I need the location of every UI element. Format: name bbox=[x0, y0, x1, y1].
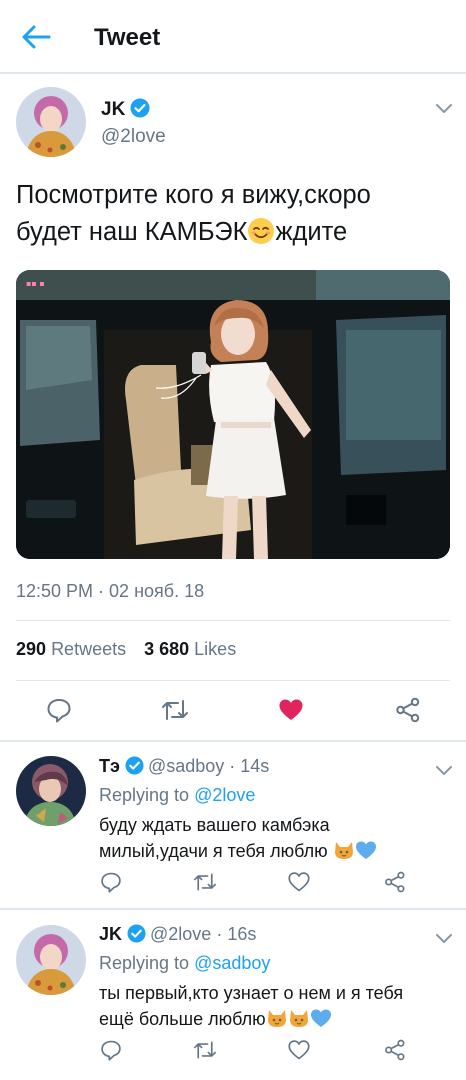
likes-count: 3 680 bbox=[144, 639, 190, 659]
reply-text: буду ждать вашего камбэка милый,удачи я … bbox=[99, 812, 439, 864]
cat-face-icon bbox=[333, 840, 355, 860]
reply-author-name: Тэ bbox=[99, 756, 120, 776]
tweet-text-line2-a: будет наш КАМБЭК bbox=[16, 218, 248, 246]
share-button[interactable] bbox=[395, 697, 421, 723]
divider bbox=[0, 908, 466, 910]
cat-face-icon bbox=[266, 1008, 288, 1028]
arrow-left-icon bbox=[22, 25, 51, 49]
share-icon bbox=[385, 1039, 405, 1061]
reply-avatar[interactable] bbox=[16, 756, 86, 826]
author-name-text: JK bbox=[101, 99, 126, 120]
retweets-label: Retweets bbox=[51, 639, 127, 659]
reply-text-line2: милый,удачи я тебя люблю bbox=[99, 841, 328, 861]
reply-button[interactable] bbox=[100, 1039, 122, 1061]
author-handle[interactable]: @2love bbox=[101, 126, 166, 148]
tweet-stats: 290 Retweets 3 680 Likes bbox=[16, 639, 236, 660]
retweets-count: 290 bbox=[16, 639, 47, 659]
retweet-icon bbox=[194, 1041, 216, 1059]
retweet-button[interactable] bbox=[193, 871, 217, 893]
retweet-button[interactable] bbox=[161, 697, 189, 723]
reply-text-line2: ещё больше люблю bbox=[99, 1009, 266, 1029]
reply-author[interactable]: Тэ @sadboy · 14s bbox=[99, 756, 269, 780]
blue-heart-icon bbox=[355, 840, 377, 860]
heart-icon bbox=[288, 872, 310, 892]
tweet-text-line1: Посмотрите кого я вижу,скоро bbox=[16, 181, 371, 209]
cat-face-icon bbox=[288, 1008, 310, 1028]
page-title: Tweet bbox=[94, 24, 161, 51]
share-icon bbox=[385, 871, 405, 893]
author-avatar[interactable] bbox=[16, 87, 86, 157]
tweet-text: Посмотрите кого я вижу,скоро будет наш К… bbox=[16, 177, 456, 251]
divider bbox=[16, 620, 450, 621]
reply-text-line1: буду ждать вашего камбэка bbox=[99, 815, 330, 835]
tweet-photo[interactable]: ▪▪ ▪ bbox=[16, 270, 450, 559]
verified-badge-icon bbox=[130, 98, 150, 124]
replying-to-prefix: Replying to bbox=[99, 785, 190, 805]
reply-menu-chevron-down-icon[interactable] bbox=[436, 763, 452, 775]
svg-text:▪▪ ▪: ▪▪ ▪ bbox=[26, 279, 45, 288]
share-button[interactable] bbox=[384, 1039, 406, 1061]
reply-icon bbox=[47, 699, 71, 723]
replying-to: Replying to @sadboy bbox=[99, 953, 270, 974]
replying-to-link[interactable]: @2love bbox=[194, 785, 255, 805]
share-button[interactable] bbox=[384, 871, 406, 893]
reply-icon bbox=[101, 872, 121, 893]
like-button[interactable] bbox=[278, 697, 304, 723]
reply-avatar[interactable] bbox=[16, 925, 86, 995]
reply-author-handle: @sadboy · 14s bbox=[147, 756, 270, 776]
reply-author[interactable]: JK @2love · 16s bbox=[99, 924, 256, 948]
reply-icon bbox=[101, 1040, 121, 1061]
reply-menu-chevron-down-icon[interactable] bbox=[436, 931, 452, 943]
heart-filled-icon bbox=[279, 699, 303, 720]
blue-heart-icon bbox=[310, 1008, 332, 1028]
retweet-button[interactable] bbox=[193, 1039, 217, 1061]
verified-badge-icon bbox=[125, 756, 144, 780]
verified-badge-icon bbox=[127, 924, 146, 948]
replying-to-link[interactable]: @sadboy bbox=[194, 953, 270, 973]
smiling-face-icon bbox=[247, 217, 275, 245]
retweets-stat[interactable]: 290 Retweets bbox=[16, 639, 126, 659]
reply-author-handle: @2love · 16s bbox=[150, 924, 257, 944]
share-icon bbox=[396, 697, 420, 723]
retweet-icon bbox=[162, 700, 188, 720]
reply-author-name: JK bbox=[99, 924, 123, 944]
divider bbox=[16, 680, 450, 681]
author-name[interactable]: JK bbox=[101, 98, 150, 124]
top-bar: Tweet bbox=[0, 0, 466, 74]
replying-to-prefix: Replying to bbox=[99, 953, 190, 973]
like-button[interactable] bbox=[288, 1039, 310, 1061]
likes-label: Likes bbox=[194, 639, 237, 659]
reply-text-line1: ты первый,кто узнает о нем и я тебя bbox=[99, 983, 404, 1003]
reply-text: ты первый,кто узнает о нем и я тебя ещё … bbox=[99, 980, 459, 1032]
likes-stat[interactable]: 3 680 Likes bbox=[144, 639, 236, 659]
tweet-text-line2-b: ждите bbox=[275, 218, 348, 246]
like-button[interactable] bbox=[288, 871, 310, 893]
replying-to: Replying to @2love bbox=[99, 785, 255, 806]
tweet-timestamp[interactable]: 12:50 PM · 02 нояб. 18 bbox=[16, 581, 204, 602]
tweet-menu-chevron-down-icon[interactable] bbox=[436, 101, 452, 113]
heart-icon bbox=[288, 1040, 310, 1060]
retweet-icon bbox=[194, 873, 216, 891]
divider bbox=[0, 740, 466, 742]
reply-button[interactable] bbox=[100, 871, 122, 893]
reply-button[interactable] bbox=[46, 697, 72, 723]
back-button[interactable] bbox=[20, 22, 52, 52]
